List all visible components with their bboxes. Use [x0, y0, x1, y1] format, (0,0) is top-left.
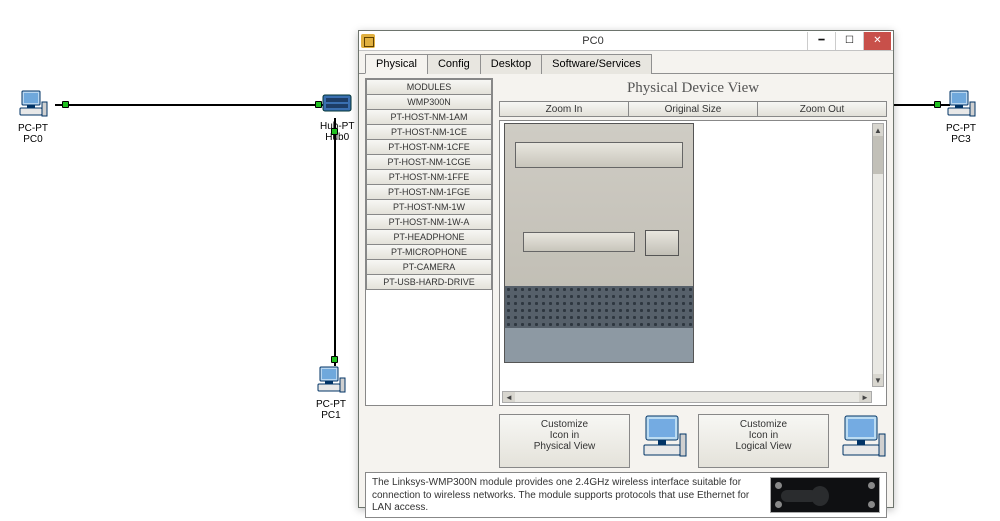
link-status-dot: [62, 101, 69, 108]
node-type-label: PC-PT: [946, 123, 976, 134]
pc-icon: [946, 90, 976, 118]
node-name-label: Hub0: [320, 132, 354, 143]
node-name-label: PC1: [316, 410, 346, 421]
base-panel: [505, 328, 693, 362]
original-size-button[interactable]: Original Size: [629, 102, 758, 116]
scroll-up-arrow[interactable]: ▲: [873, 124, 883, 136]
physical-view-header: Physical Device View: [499, 78, 887, 101]
wire-hub-pc1: [334, 118, 336, 366]
optical-drive: [515, 142, 683, 168]
module-btn[interactable]: PT-HOST-NM-1AM: [366, 109, 492, 125]
link-status-dot: [934, 101, 941, 108]
module-btn[interactable]: PT-HOST-NM-1W-A: [366, 214, 492, 230]
zoom-controls: Zoom In Original Size Zoom Out: [499, 101, 887, 117]
node-name-label: PC3: [946, 134, 976, 145]
customize-physical-icon-button[interactable]: Customize Icon in Physical View: [499, 414, 630, 468]
modules-list[interactable]: MODULES WMP300N PT-HOST-NM-1AM PT-HOST-N…: [365, 78, 493, 406]
scroll-left-arrow[interactable]: ◄: [503, 392, 515, 402]
node-type-label: PC-PT: [18, 123, 48, 134]
node-type-label: Hub-PT: [320, 121, 354, 132]
pc-icon: [18, 90, 48, 118]
minimize-button[interactable]: ━: [807, 32, 835, 50]
module-btn[interactable]: PT-HOST-NM-1CE: [366, 124, 492, 140]
topology-canvas[interactable]: PC-PT PC0 PC-PT PC3 PC-PT PC1: [0, 0, 1000, 521]
link-status-dot: [331, 356, 338, 363]
close-button[interactable]: ✕: [863, 32, 891, 50]
zoom-out-button[interactable]: Zoom Out: [758, 102, 886, 116]
node-hub0[interactable]: Hub-PT Hub0: [320, 90, 354, 143]
module-btn[interactable]: PT-HOST-NM-1FGE: [366, 184, 492, 200]
module-btn[interactable]: PT-HOST-NM-1W: [366, 199, 492, 215]
scroll-down-arrow[interactable]: ▼: [873, 374, 883, 386]
maximize-button[interactable]: ☐: [835, 32, 863, 50]
horizontal-scrollbar[interactable]: ◄ ►: [502, 391, 872, 403]
tab-config[interactable]: Config: [427, 54, 481, 74]
tab-physical[interactable]: Physical: [365, 54, 428, 74]
module-btn[interactable]: PT-HOST-NM-1CGE: [366, 154, 492, 170]
window-titlebar[interactable]: PC0 ━ ☐ ✕: [359, 31, 893, 51]
floppy-drive: [523, 232, 635, 252]
module-btn[interactable]: MODULES: [366, 79, 492, 95]
app-icon: [361, 34, 375, 48]
physical-device-view[interactable]: ▲ ▼ ◄ ►: [499, 120, 887, 406]
tab-bar: Physical Config Desktop Software/Service…: [359, 51, 893, 74]
scroll-thumb[interactable]: [873, 136, 883, 174]
node-name-label: PC0: [18, 134, 48, 145]
module-btn[interactable]: PT-HEADPHONE: [366, 229, 492, 245]
zoom-in-button[interactable]: Zoom In: [500, 102, 629, 116]
customize-logical-icon-button[interactable]: Customize Icon in Logical View: [698, 414, 829, 468]
monitor-icon: [839, 414, 887, 458]
pc-icon: [316, 366, 346, 394]
monitor-icon: [640, 414, 688, 458]
node-pc0[interactable]: PC-PT PC0: [18, 90, 48, 145]
window-title: PC0: [379, 35, 807, 47]
module-description-box: The Linksys-WMP300N module provides one …: [365, 472, 887, 518]
node-pc1[interactable]: PC-PT PC1: [316, 366, 346, 421]
module-btn[interactable]: PT-HOST-NM-1CFE: [366, 139, 492, 155]
scroll-right-arrow[interactable]: ►: [859, 392, 871, 402]
pc-tower[interactable]: [504, 123, 694, 363]
tab-software-services[interactable]: Software/Services: [541, 54, 652, 74]
module-btn[interactable]: PT-HOST-NM-1FFE: [366, 169, 492, 185]
vertical-scrollbar[interactable]: ▲ ▼: [872, 123, 884, 387]
hub-icon: [322, 90, 352, 116]
wire-pc0-hub: [55, 104, 332, 106]
module-description-text: The Linksys-WMP300N module provides one …: [372, 477, 762, 515]
node-pc3[interactable]: PC-PT PC3: [946, 90, 976, 145]
module-btn[interactable]: PT-USB-HARD-DRIVE: [366, 274, 492, 290]
node-type-label: PC-PT: [316, 399, 346, 410]
module-preview-image[interactable]: [770, 477, 880, 513]
power-button[interactable]: [645, 230, 679, 256]
vent-panel: [505, 286, 693, 328]
tab-desktop[interactable]: Desktop: [480, 54, 542, 74]
module-btn[interactable]: PT-CAMERA: [366, 259, 492, 275]
module-btn[interactable]: WMP300N: [366, 94, 492, 110]
device-window[interactable]: PC0 ━ ☐ ✕ Physical Config Desktop Softwa…: [358, 30, 894, 508]
module-btn[interactable]: PT-MICROPHONE: [366, 244, 492, 260]
